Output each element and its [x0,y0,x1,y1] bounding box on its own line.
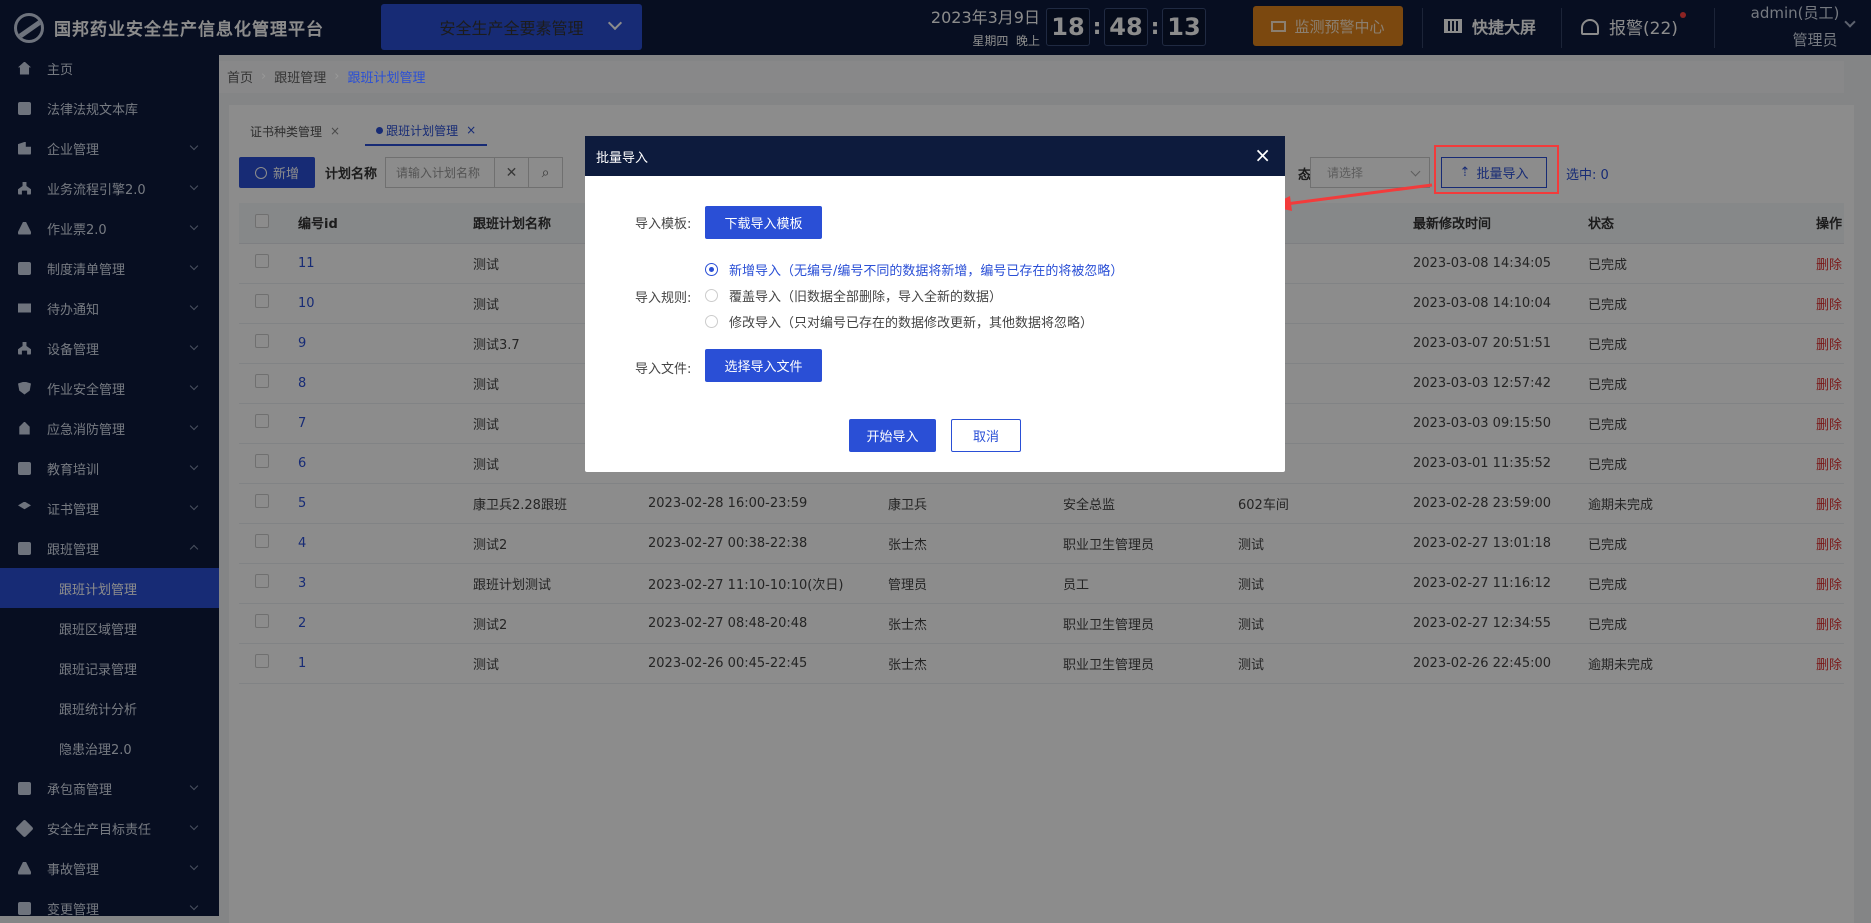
rule-label: 导入规则: [635,291,692,306]
choose-file-button[interactable]: 选择导入文件 [705,349,822,382]
radio-button [705,263,718,276]
radio-label: 修改导入（只对编号已存在的数据修改更新，其他数据将忽略） [729,316,1094,331]
breadcrumb-home[interactable]: 首页 [227,67,253,86]
chevron-right-icon: › [261,68,267,84]
close-icon[interactable]: × [1254,144,1271,166]
breadcrumb-current: 跟班计划管理 [347,70,426,86]
radio-label: 新增导入（无编号/编号不同的数据将新增，编号已存在的将被忽略） [729,264,1124,279]
dialog-title: 批量导入 [596,150,649,166]
dialog-header: 批量导入 × [585,136,1285,176]
chevron-right-icon: › [334,68,340,84]
radio-overwrite-import[interactable]: 覆盖导入（旧数据全部删除，导入全新的数据） [705,286,1002,305]
batch-import-dialog: 批量导入 × 导入模板: 下载导入模板 导入规则: 新增导入（无编号/编号不同的… [585,136,1285,472]
radio-button [705,315,718,328]
radio-update-import[interactable]: 修改导入（只对编号已存在的数据修改更新，其他数据将忽略） [705,312,1093,331]
radio-add-import[interactable]: 新增导入（无编号/编号不同的数据将新增，编号已存在的将被忽略） [705,260,1123,279]
breadcrumb-parent[interactable]: 跟班管理 [274,67,326,86]
template-label: 导入模板: [635,217,692,232]
cancel-button[interactable]: 取消 [951,419,1021,452]
download-template-button[interactable]: 下载导入模板 [705,206,822,239]
radio-button [705,289,718,302]
annotation-highlight-box [1434,145,1559,194]
start-import-button[interactable]: 开始导入 [849,419,936,452]
radio-label: 覆盖导入（旧数据全部删除，导入全新的数据） [729,290,1003,305]
file-label: 导入文件: [635,362,692,377]
